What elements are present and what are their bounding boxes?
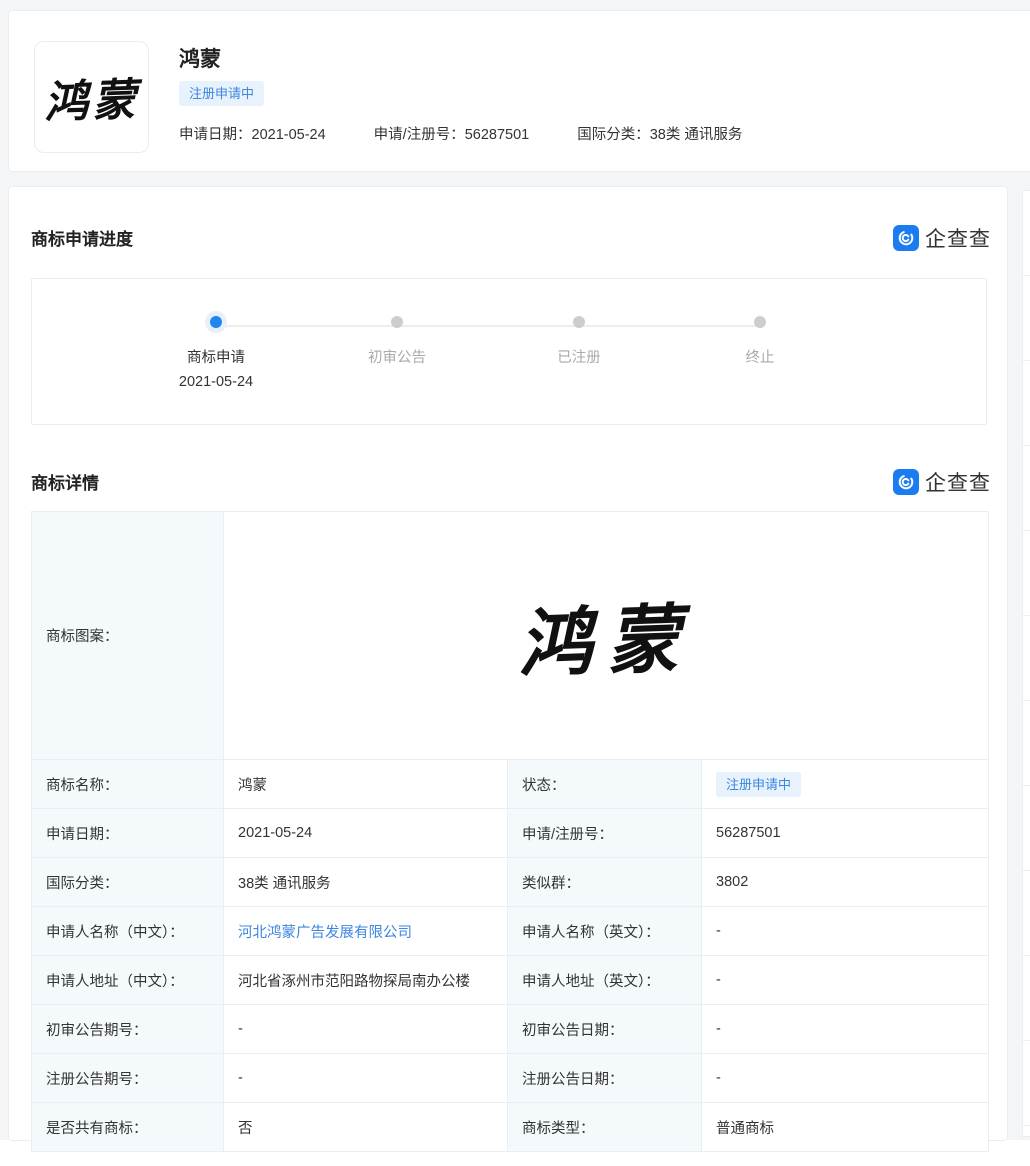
table-label: 是否共有商标： [32, 1103, 224, 1151]
table-value: 河北省涿州市范阳路物探局南办公楼 [224, 956, 508, 1004]
qichacha-brand-text: 企查查 [925, 223, 991, 253]
progress-section-title: 商标申请进度 [31, 225, 133, 250]
table-label: 申请人名称（中文）： [32, 907, 224, 955]
table-value: 2021-05-24 [224, 809, 508, 857]
table-label: 申请人地址（英文）： [508, 956, 702, 1004]
table-value: - [224, 1054, 508, 1102]
table-label: 申请日期： [32, 809, 224, 857]
adjacent-panel-sliver [1022, 190, 1030, 1137]
timeline-step-label: 终止 [675, 346, 845, 367]
timeline-step-date: 2021-05-24 [131, 374, 301, 390]
table-value: - [702, 956, 988, 1004]
table-row: 申请人地址（中文）：河北省涿州市范阳路物探局南办公楼申请人地址（英文）：- [32, 956, 988, 1005]
trademark-title: 鸿蒙 [179, 43, 221, 73]
timeline-step-3: 已注册 [494, 312, 664, 367]
timeline-dot [391, 316, 403, 328]
summary-field-apply-date: 申请日期：2021-05-24 [179, 123, 326, 144]
table-label: 注册公告期号： [32, 1054, 224, 1102]
detail-section-title: 商标详情 [31, 469, 99, 494]
trademark-main-card: 商标申请进度 企查查 商标申请2021-05-24初审公告已注册终止 商标详情 … [8, 186, 1008, 1141]
trademark-logo-image: 鸿蒙 [34, 41, 149, 153]
table-label: 商标名称： [32, 760, 224, 808]
table-row: 国际分类：38类 通讯服务类似群：3802 [32, 858, 988, 907]
trademark-summary-card: 鸿蒙 鸿蒙 注册申请中 申请日期：2021-05-24 申请/注册号：56287… [8, 10, 1030, 172]
table-label: 初审公告期号： [32, 1005, 224, 1053]
table-label: 初审公告日期： [508, 1005, 702, 1053]
table-label: 状态： [508, 760, 702, 808]
detail-table: 商标图案： 鸿蒙 商标名称：鸿蒙状态：注册申请中申请日期：2021-05-24申… [31, 511, 989, 1152]
table-label: 申请人名称（英文）： [508, 907, 702, 955]
table-row-image: 商标图案： 鸿蒙 [32, 512, 988, 760]
table-label: 国际分类： [32, 858, 224, 906]
qichacha-logo-icon [893, 469, 919, 495]
table-row: 申请人名称（中文）： 河北鸿蒙广告发展有限公司 申请人名称（英文）：- [32, 907, 988, 956]
applicant-company-link[interactable]: 河北鸿蒙广告发展有限公司 [238, 921, 412, 942]
table-value: - [702, 1054, 988, 1102]
qichacha-brand-text: 企查查 [925, 467, 991, 497]
summary-field-intl-class: 国际分类：38类 通讯服务 [577, 123, 742, 144]
table-label: 申请/注册号： [508, 809, 702, 857]
timeline-step-label: 已注册 [494, 346, 664, 367]
table-value: - [224, 1005, 508, 1053]
trademark-logo-text: 鸿蒙 [42, 63, 140, 130]
table-value: - [702, 1005, 988, 1053]
timeline-step-label: 商标申请 [131, 346, 301, 367]
table-row: 初审公告期号：-初审公告日期：- [32, 1005, 988, 1054]
table-row: 商标名称：鸿蒙状态： 注册申请中 [32, 760, 988, 809]
table-label: 注册公告日期： [508, 1054, 702, 1102]
table-value: - [702, 907, 988, 955]
table-row: 申请日期：2021-05-24申请/注册号：56287501 [32, 809, 988, 858]
timeline-dot [210, 316, 222, 328]
table-value: 鸿蒙 [224, 760, 508, 808]
timeline-step-4: 终止 [675, 312, 845, 367]
table-value: 普通商标 [702, 1103, 988, 1151]
timeline-step-label: 初审公告 [312, 346, 482, 367]
progress-timeline: 商标申请 2021-05-24 初审公告已注册终止 [31, 278, 987, 425]
timeline-dot [573, 316, 585, 328]
table-value: 3802 [702, 858, 988, 906]
table-value: 38类 通讯服务 [224, 858, 508, 906]
table-value: 注册申请中 [702, 760, 988, 808]
qichacha-logo-icon [893, 225, 919, 251]
table-value: 56287501 [702, 809, 988, 857]
timeline-step-1: 商标申请 2021-05-24 [131, 312, 301, 390]
summary-fields: 申请日期：2021-05-24 申请/注册号：56287501 国际分类：38类… [179, 123, 742, 144]
table-row: 注册公告期号：-注册公告日期：- [32, 1054, 988, 1103]
image-row-label: 商标图案： [32, 512, 224, 759]
qichacha-brand-link-2[interactable]: 企查查 [893, 467, 991, 497]
status-badge: 注册申请中 [179, 81, 264, 106]
table-value: 否 [224, 1103, 508, 1151]
qichacha-brand-link[interactable]: 企查查 [893, 223, 991, 253]
trademark-image-cell: 鸿蒙 [224, 512, 988, 759]
table-label: 商标类型： [508, 1103, 702, 1151]
table-label: 申请人地址（中文）： [32, 956, 224, 1004]
table-label: 类似群： [508, 858, 702, 906]
trademark-image-text: 鸿蒙 [516, 579, 696, 692]
summary-field-reg-number: 申请/注册号：56287501 [374, 123, 530, 144]
timeline-dot [754, 316, 766, 328]
status-badge: 注册申请中 [716, 772, 801, 797]
timeline-step-2: 初审公告 [312, 312, 482, 367]
table-value: 河北鸿蒙广告发展有限公司 [224, 907, 508, 955]
table-row: 是否共有商标：否商标类型：普通商标 [32, 1103, 988, 1151]
